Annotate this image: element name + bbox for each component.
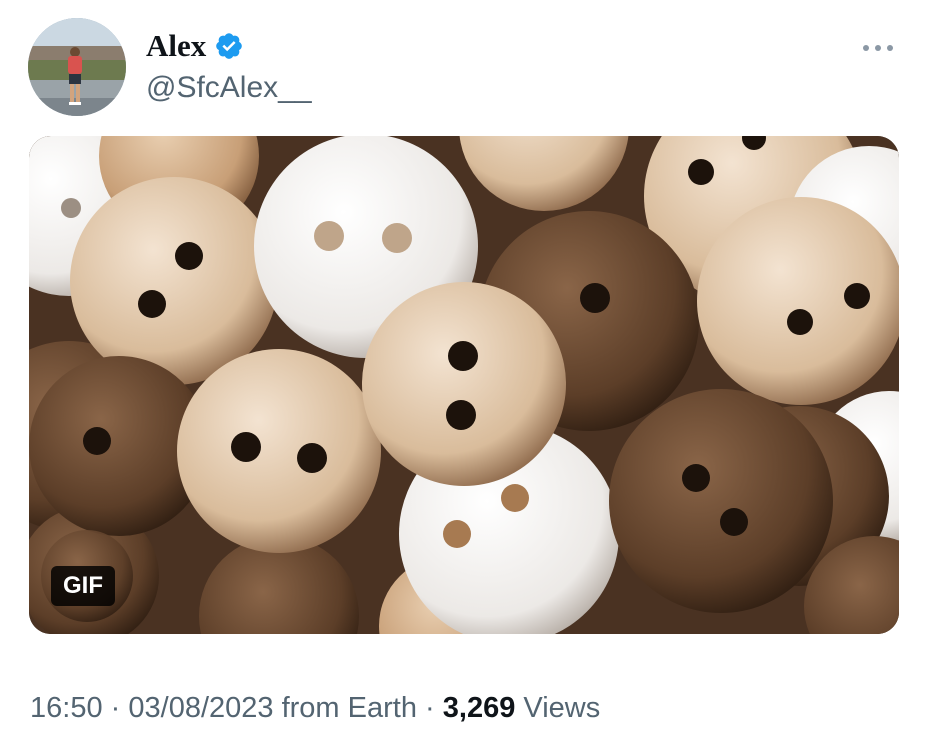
tweet-meta: 16:50 · 03/08/2023 from Earth · 3,269 Vi… xyxy=(30,690,600,726)
author-name-row[interactable]: Alex xyxy=(146,28,244,64)
views-label: Views xyxy=(523,692,601,724)
more-options-icon[interactable] xyxy=(858,38,898,58)
meta-separator: · xyxy=(425,692,435,724)
tweet-media-gif[interactable]: GIF xyxy=(29,136,899,634)
dot xyxy=(863,45,869,51)
author-handle[interactable]: @SfcAlex__ xyxy=(146,70,312,106)
gif-image xyxy=(29,136,899,634)
views-count[interactable]: 3,269 xyxy=(443,692,516,724)
author-display-name[interactable]: Alex xyxy=(146,28,206,64)
tweet-source: from Earth xyxy=(281,692,417,724)
dot xyxy=(887,45,893,51)
avatar[interactable] xyxy=(28,18,126,116)
tweet-time[interactable]: 16:50 xyxy=(30,692,103,724)
meta-separator: · xyxy=(110,692,121,724)
dot xyxy=(875,45,881,51)
gif-badge: GIF xyxy=(51,566,115,606)
verified-badge-icon xyxy=(216,33,243,59)
tweet-date[interactable]: 03/08/2023 xyxy=(128,692,273,724)
